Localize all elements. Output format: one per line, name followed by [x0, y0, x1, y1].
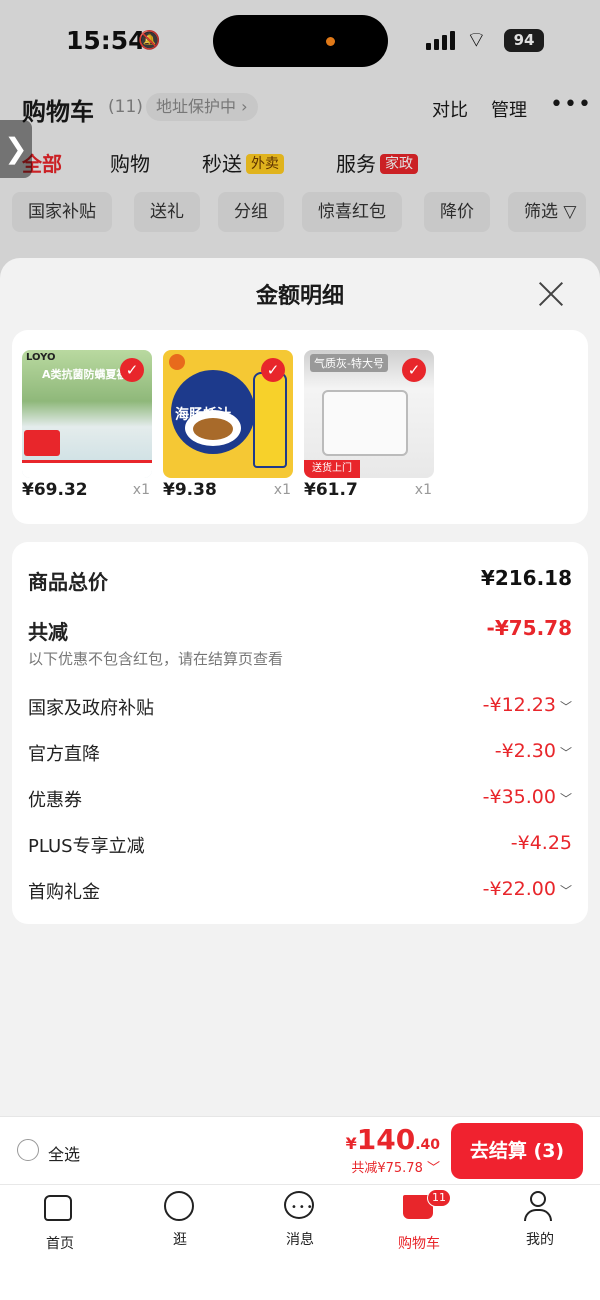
product-image: 海肠蚝汁 ✓ [163, 350, 293, 478]
litter-box-graphic [322, 390, 408, 456]
total-reduce-value: -¥75.78 [486, 616, 572, 640]
nav-home[interactable]: 首页 [20, 1191, 100, 1253]
product-qty: x1 [132, 482, 150, 498]
checkout-button[interactable]: 去结算 (3) [451, 1123, 583, 1179]
discount-row-coupon[interactable]: -¥35.00 ﹀ [483, 786, 572, 808]
discount-row-plus: -¥4.25 [511, 832, 572, 854]
bottom-nav: 首页 逛 ••• 消息 11 购物车 我的 [0, 1184, 600, 1300]
saved-amount-label: 共减¥75.78 [351, 1161, 423, 1176]
home-icon [44, 1195, 72, 1221]
product-qty: x1 [414, 482, 432, 498]
nav-explore[interactable]: 逛 [140, 1191, 220, 1249]
total-price-label: 商品总价 [28, 570, 108, 594]
currency-symbol: ¥ [345, 1134, 357, 1153]
close-icon[interactable] [537, 280, 565, 308]
nav-label: 逛 [173, 1232, 187, 1248]
chevron-down-icon: ﹀ [559, 746, 572, 760]
discount-value: -¥4.25 [510, 832, 572, 854]
product-price: ¥61.7 [304, 480, 358, 500]
checkmark-icon: ✓ [261, 358, 285, 382]
discount-label: PLUS专享立减 [28, 836, 145, 857]
discount-label: 官方直降 [28, 744, 100, 765]
nav-label: 购物车 [398, 1236, 440, 1252]
checkout-total: ¥140.40 [346, 1123, 440, 1156]
discount-label: 优惠券 [28, 790, 82, 811]
product-qty: x1 [273, 482, 291, 498]
dim-overlay [0, 0, 600, 300]
product-image: 气质灰-特大号 送货上门 ✓ [304, 350, 434, 478]
cart-badge: 11 [427, 1189, 451, 1207]
saved-amount[interactable]: 共减¥75.78 ﹀ [351, 1157, 440, 1176]
checkmark-icon: ✓ [402, 358, 426, 382]
explore-icon [164, 1191, 194, 1221]
discount-value: -¥22.00 [482, 878, 556, 900]
chevron-down-icon: ﹀ [559, 700, 572, 714]
product-item[interactable]: LOYO A类抗菌防螨夏被 ✓ ¥69.32 x1 [22, 350, 152, 500]
total-price-value: ¥216.18 [480, 566, 572, 590]
product-image-caption: A类抗菌防螨夏被 [42, 368, 128, 381]
product-image: LOYO A类抗菌防螨夏被 ✓ [22, 350, 152, 478]
checkout-bar: 全选 ¥140.40 共减¥75.78 ﹀ 去结算 (3) [0, 1116, 600, 1184]
discount-row-first-purchase[interactable]: -¥22.00 ﹀ [483, 878, 572, 900]
delivery-tag: 送货上门 [304, 460, 360, 478]
nav-messages[interactable]: ••• 消息 [260, 1191, 340, 1249]
food-graphic [193, 418, 233, 440]
chevron-down-icon: ﹀ [559, 884, 572, 898]
product-image-caption: 气质灰-特大号 [310, 354, 388, 372]
nav-profile[interactable]: 我的 [500, 1191, 580, 1249]
discount-value: -¥12.23 [482, 694, 556, 716]
total-integer: 140 [356, 1123, 416, 1156]
price-breakdown: 商品总价 ¥216.18 共减 -¥75.78 以下优惠不包含红包，请在结算页查… [12, 542, 588, 924]
discount-value: -¥2.30 [494, 740, 556, 762]
message-icon: ••• [284, 1191, 314, 1219]
product-list: LOYO A类抗菌防螨夏被 ✓ ¥69.32 x1 海肠蚝汁 ✓ ¥9.38 x… [12, 330, 588, 524]
sheet-title: 金额明细 [255, 284, 344, 309]
chevron-down-icon: ﹀ [422, 1161, 440, 1176]
total-reduce-label: 共减 [28, 620, 68, 644]
profile-icon [524, 1191, 552, 1221]
background-page: 15:54 🔕 ⌔ 94 购物车 (11) 地址保护中 › 对比 管理 ••• … [0, 0, 600, 320]
product-price: ¥69.32 [22, 480, 88, 500]
promo-strip [22, 460, 152, 478]
promo-badge-icon [24, 430, 60, 456]
product-price: ¥9.38 [163, 480, 217, 500]
checkmark-icon: ✓ [120, 358, 144, 382]
nav-cart[interactable]: 11 购物车 [379, 1189, 459, 1253]
nav-label: 首页 [46, 1236, 74, 1252]
amount-detail-sheet: 金额明细 LOYO A类抗菌防螨夏被 ✓ ¥69.32 x1 海肠蚝汁 ✓ [0, 258, 600, 1118]
brand-logo: LOYO [26, 352, 56, 363]
product-item[interactable]: 气质灰-特大号 送货上门 ✓ ¥61.7 x1 [304, 350, 434, 500]
total-decimal: .40 [415, 1137, 440, 1153]
discount-note: 以下优惠不包含红包，请在结算页查看 [28, 650, 284, 668]
nav-label: 我的 [526, 1232, 554, 1248]
discount-label: 首购礼金 [28, 882, 100, 903]
product-item[interactable]: 海肠蚝汁 ✓ ¥9.38 x1 [163, 350, 293, 500]
chevron-down-icon: ﹀ [559, 792, 572, 806]
nav-label: 消息 [286, 1232, 314, 1248]
select-all-checkbox[interactable] [17, 1139, 39, 1161]
bottle-graphic [253, 372, 287, 468]
discount-row-official-cut[interactable]: -¥2.30 ﹀ [495, 740, 572, 762]
select-all-label[interactable]: 全选 [48, 1141, 80, 1165]
side-expand-icon[interactable]: ❯ [0, 120, 32, 178]
discount-value: -¥35.00 [482, 786, 556, 808]
discount-row-gov-subsidy[interactable]: -¥12.23 ﹀ [483, 694, 572, 716]
brand-logo-icon [169, 354, 185, 370]
discount-label: 国家及政府补贴 [28, 698, 154, 719]
